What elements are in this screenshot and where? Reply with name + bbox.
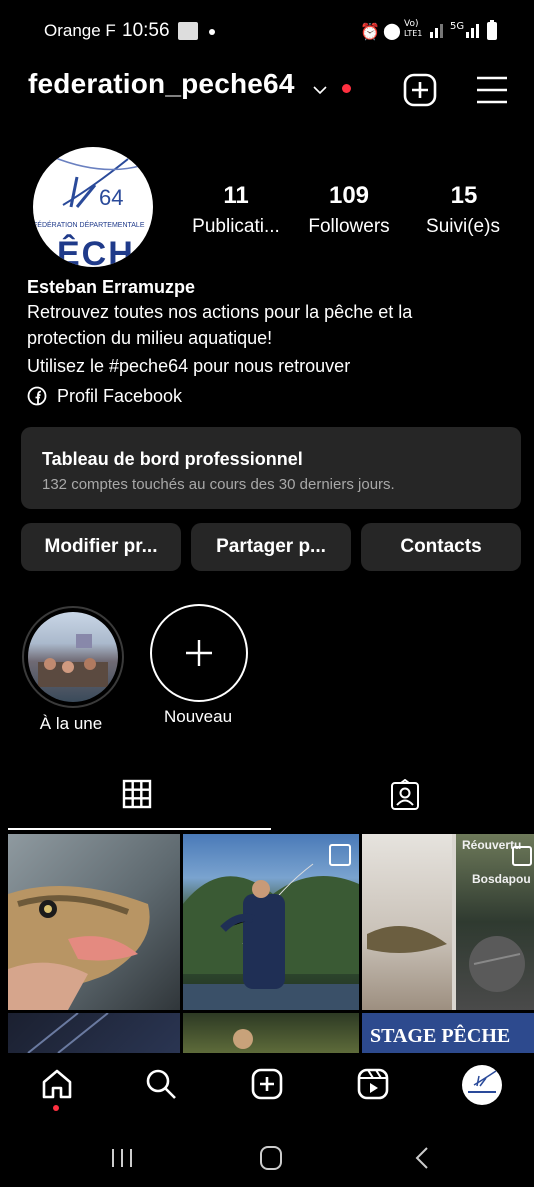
battery-icon xyxy=(487,20,497,40)
system-navigation xyxy=(0,1133,534,1187)
posts-count[interactable]: 11 xyxy=(176,182,296,210)
followers-label[interactable]: Followers xyxy=(284,216,414,238)
notification-dot xyxy=(342,84,351,93)
account-username[interactable]: federation_peche64 xyxy=(28,68,295,100)
carousel-icon xyxy=(329,844,351,866)
highlight-label: À la une xyxy=(39,714,103,733)
avatar-big-text: ÊCH xyxy=(57,235,135,267)
back-icon[interactable] xyxy=(412,1145,432,1176)
dashboard-subtitle: 132 comptes touchés au cours des 30 dern… xyxy=(42,476,395,493)
create-icon[interactable] xyxy=(250,1067,284,1106)
facebook-icon[interactable] xyxy=(27,386,47,411)
signal-icon-2 xyxy=(466,22,480,38)
lte-label: LTE1 xyxy=(404,29,423,38)
carrier-name: Orange F xyxy=(44,21,116,40)
post-thumbnail[interactable]: Réouvertu Bosdapou xyxy=(362,834,534,1010)
post-thumbnail[interactable] xyxy=(183,1013,359,1053)
profile-avatar[interactable]: 64 FÉDÉRATION DÉPARTEMENTALE ÊCH xyxy=(33,147,153,267)
chevron-down-icon[interactable] xyxy=(313,82,327,100)
plus-icon xyxy=(186,640,212,666)
tagged-tab-icon[interactable] xyxy=(389,778,421,816)
following-count[interactable]: 15 xyxy=(404,182,524,210)
dashboard-title: Tableau de bord professionnel xyxy=(42,449,303,469)
avatar-caption: FÉDÉRATION DÉPARTEMENTALE xyxy=(33,222,145,229)
highlight-thumbnail xyxy=(28,612,118,702)
profile-nav-avatar[interactable] xyxy=(462,1065,502,1105)
volte-label: Vo) xyxy=(404,19,419,29)
menu-icon[interactable] xyxy=(474,74,510,111)
recent-apps-icon[interactable] xyxy=(110,1147,134,1174)
post-thumbnail[interactable] xyxy=(8,1013,180,1053)
home-button-icon[interactable] xyxy=(259,1145,283,1176)
profile-name: Esteban Erramuzpe xyxy=(27,277,196,297)
professional-dashboard[interactable]: Tableau de bord professionnel 132 compte… xyxy=(21,427,521,509)
bio-line: protection du milieu aquatique! xyxy=(27,328,273,348)
notification-icon xyxy=(178,22,198,40)
tile-overlay-text: Bosdapou xyxy=(472,872,531,886)
followers-count[interactable]: 109 xyxy=(289,182,409,210)
bio-line: Retrouvez toutes nos actions pour la pêc… xyxy=(27,302,413,322)
clock: 10:56 xyxy=(122,20,170,41)
active-tab-indicator xyxy=(8,828,271,830)
share-profile-button[interactable]: Partager p... xyxy=(191,523,351,571)
facebook-link[interactable]: Profil Facebook xyxy=(57,384,182,408)
tile-overlay-text: STAGE PÊCHE xyxy=(370,1025,511,1047)
highlight-a-la-une[interactable] xyxy=(22,606,124,708)
edit-profile-button[interactable]: Modifier pr... xyxy=(21,523,181,571)
notification-dot xyxy=(53,1105,59,1111)
avatar-number: 64 xyxy=(99,185,124,210)
new-highlight-button[interactable] xyxy=(150,604,248,702)
post-thumbnail[interactable]: STAGE PÊCHE xyxy=(362,1013,534,1053)
post-thumbnail[interactable] xyxy=(183,834,359,1010)
contacts-button[interactable]: Contacts xyxy=(361,523,521,571)
bottom-navigation xyxy=(0,1053,534,1133)
post-thumbnail[interactable] xyxy=(8,834,180,1010)
5g-label: 5G xyxy=(450,21,465,32)
highlight-label: Nouveau xyxy=(163,707,233,726)
alarm-icon: ⏰ xyxy=(360,24,380,41)
grid-tab-icon[interactable] xyxy=(121,778,153,815)
dot-icon xyxy=(209,29,215,35)
home-icon[interactable] xyxy=(40,1067,74,1106)
search-icon[interactable] xyxy=(144,1067,178,1106)
location-icon: ⬤ xyxy=(383,23,401,40)
signal-icon xyxy=(430,22,444,38)
posts-label[interactable]: Publicati... xyxy=(171,216,301,238)
bio-line: Utilisez le #peche64 pour nous retrouver xyxy=(27,356,351,376)
carousel-icon xyxy=(512,846,532,866)
create-post-icon[interactable] xyxy=(402,72,438,113)
reels-icon[interactable] xyxy=(356,1067,390,1106)
following-label[interactable]: Suivi(e)s xyxy=(398,216,528,238)
status-bar: Orange F 10:56 ⏰ ⬤ Vo) LTE1 5G xyxy=(0,0,534,60)
